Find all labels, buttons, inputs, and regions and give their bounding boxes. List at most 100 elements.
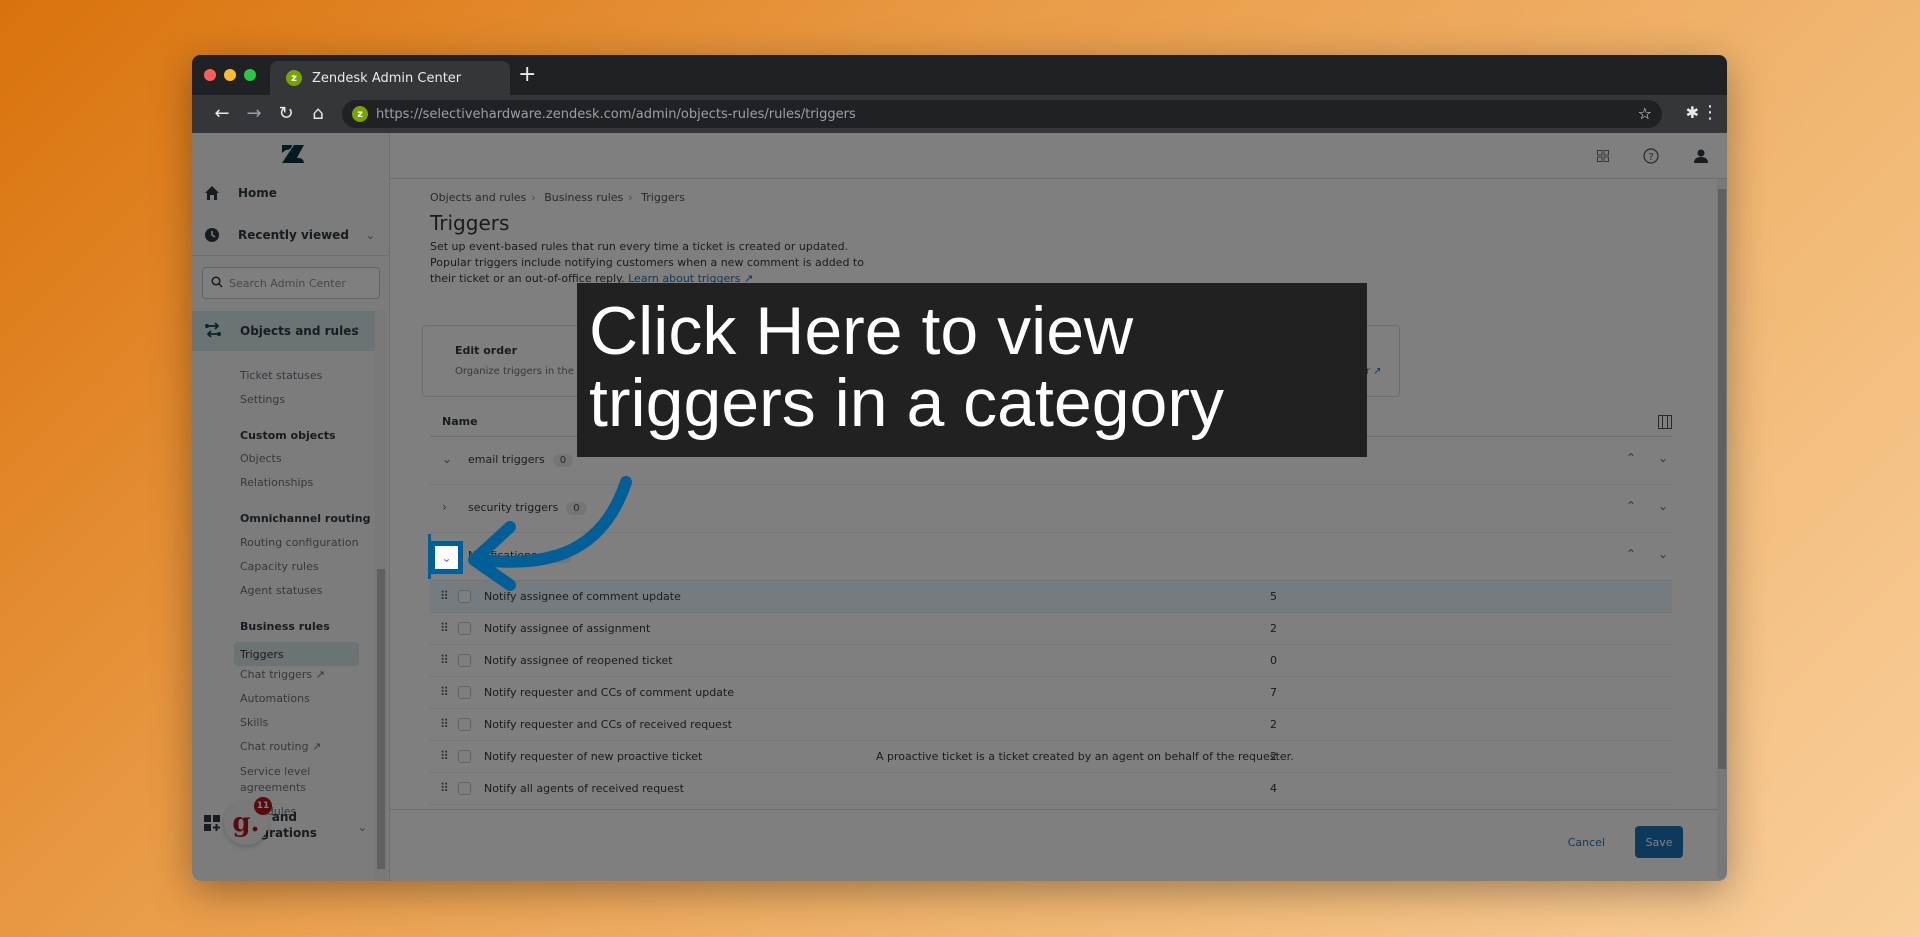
row-checkbox[interactable] <box>458 590 471 603</box>
sidebar-link-service-level-2[interactable]: agreements <box>240 781 306 794</box>
minimize-window-button[interactable] <box>224 69 236 81</box>
sidebar-link-service-level[interactable]: Service level <box>240 765 310 778</box>
move-up-icon[interactable]: ⌃ <box>1626 451 1636 465</box>
home-icon <box>204 185 220 201</box>
new-tab-button[interactable]: + <box>518 63 536 87</box>
move-up-icon[interactable]: ⌃ <box>1626 499 1636 513</box>
trigger-name[interactable]: Notify requester of new proactive ticket <box>484 750 702 763</box>
sidebar-link-automations[interactable]: Automations <box>240 692 310 705</box>
back-icon[interactable]: ← <box>210 102 234 126</box>
drag-handle-icon[interactable]: ⠿ <box>440 621 449 635</box>
cancel-button[interactable]: Cancel <box>1568 836 1605 849</box>
sidebar-link-chat-triggers[interactable]: Chat triggers ↗ <box>240 668 325 681</box>
sidebar-scroll-thumb[interactable] <box>377 569 385 869</box>
breadcrumb-objects-and-rules[interactable]: Objects and rules <box>430 191 526 204</box>
extensions-icon[interactable]: ✱ <box>1686 103 1699 122</box>
main-scrollbar[interactable] <box>1717 179 1727 879</box>
sidebar-search-input[interactable]: Search Admin Center <box>202 267 380 299</box>
close-window-button[interactable] <box>204 69 216 81</box>
move-down-icon[interactable]: ⌄ <box>1658 547 1668 561</box>
row-checkbox[interactable] <box>458 654 471 667</box>
products-grid-icon[interactable] <box>1593 146 1613 166</box>
table-row[interactable]: ⠿ Notify assignee of reopened ticket 0 <box>430 645 1672 677</box>
sidebar-link-agent-statuses[interactable]: Agent statuses <box>240 584 322 597</box>
sidebar-link-skills[interactable]: Skills <box>240 716 268 729</box>
sidebar-item-home[interactable]: Home <box>204 185 277 201</box>
bookmark-star-icon[interactable]: ☆ <box>1638 104 1652 123</box>
page-title: Triggers <box>430 211 510 235</box>
guide-widget-button[interactable]: g. 11 <box>224 797 272 845</box>
browser-tab[interactable]: z Zendesk Admin Center <box>270 61 510 95</box>
sidebar-link-relationships[interactable]: Relationships <box>240 476 313 489</box>
category-name: Notifications 10 <box>468 549 572 563</box>
drag-handle-icon[interactable]: ⠿ <box>440 749 449 763</box>
trigger-name[interactable]: Notify assignee of comment update <box>484 590 681 603</box>
sidebar-link-capacity-rules[interactable]: Capacity rules <box>240 560 319 573</box>
table-row[interactable]: ⠿ Notify all agents of received request … <box>430 773 1672 805</box>
drag-handle-icon[interactable]: ⠿ <box>440 653 449 667</box>
move-up-icon[interactable]: ⌃ <box>1626 547 1636 561</box>
help-icon[interactable]: ? <box>1641 146 1661 166</box>
sidebar-item-objects-and-rules[interactable]: Objects and rules ⌃ <box>192 311 375 351</box>
guide-widget-logo: g. <box>232 808 260 838</box>
sidebar-link-objects[interactable]: Objects <box>240 452 282 465</box>
sidebar-scrollbar[interactable] <box>375 311 387 881</box>
drag-handle-icon[interactable]: ⠿ <box>440 781 449 795</box>
sidebar-link-routing-configuration[interactable]: Routing configuration <box>240 536 359 549</box>
move-down-icon[interactable]: ⌄ <box>1658 451 1668 465</box>
chevron-down-icon[interactable]: ⌄ <box>358 821 367 834</box>
reload-icon[interactable]: ↻ <box>274 102 298 126</box>
address-bar[interactable]: z https://selectivehardware.zendesk.com/… <box>342 100 1662 128</box>
column-header-name[interactable]: Name <box>442 415 478 428</box>
category-label: email triggers <box>468 453 545 466</box>
sidebar-link-triggers[interactable]: Triggers <box>234 642 359 666</box>
category-count: 10 <box>544 550 572 563</box>
sidebar-item-recently-viewed[interactable]: Recently viewed <box>204 227 378 243</box>
url-text[interactable]: https://selectivehardware.zendesk.com/ad… <box>376 107 856 122</box>
row-checkbox[interactable] <box>458 782 471 795</box>
chevron-up-icon[interactable]: ⌃ <box>352 325 361 338</box>
drag-handle-icon[interactable]: ⠿ <box>440 717 449 731</box>
main-scroll-thumb[interactable] <box>1718 189 1726 769</box>
user-icon[interactable] <box>1691 146 1711 166</box>
table-row[interactable]: ⠿ Notify assignee of assignment 2 <box>430 613 1672 645</box>
row-checkbox[interactable] <box>458 622 471 635</box>
row-checkbox[interactable] <box>458 750 471 763</box>
sidebar-link-chat-routing[interactable]: Chat routing ↗ <box>240 740 321 753</box>
table-row[interactable]: ⠿ Notify requester and CCs of received r… <box>430 709 1672 741</box>
row-checkbox[interactable] <box>458 718 471 731</box>
trigger-name[interactable]: Notify requester and CCs of received req… <box>484 718 732 731</box>
chevron-down-icon[interactable]: ⌄ <box>442 452 452 466</box>
trigger-name[interactable]: Notify assignee of reopened ticket <box>484 654 673 667</box>
highlighted-expand-chevron[interactable]: ⌄ <box>430 541 463 574</box>
sidebar-link-ticket-statuses[interactable]: Ticket statuses <box>240 369 322 382</box>
category-row[interactable]: ⌄ Notifications 10 ⌃ ⌄ <box>430 533 1672 581</box>
notification-badge: 11 <box>254 797 272 815</box>
category-label: Notifications <box>468 549 537 562</box>
move-down-icon[interactable]: ⌄ <box>1658 499 1668 513</box>
maximize-window-button[interactable] <box>244 69 256 81</box>
zendesk-logo-icon[interactable] <box>282 145 304 163</box>
sidebar-link-settings[interactable]: Settings <box>240 393 285 406</box>
home-icon[interactable]: ⌂ <box>306 102 330 126</box>
category-row[interactable]: › security triggers 0 ⌃ ⌄ <box>430 485 1672 533</box>
chevron-down-icon[interactable]: ⌄ <box>366 229 375 242</box>
row-checkbox[interactable] <box>458 686 471 699</box>
table-row[interactable]: ⠿ Notify requester of new proactive tick… <box>430 741 1672 773</box>
browser-menu-icon[interactable]: ⋮ <box>1701 102 1719 123</box>
tutorial-callout: Click Here to view triggers in a categor… <box>577 283 1367 457</box>
table-row[interactable]: ⠿ Notify assignee of comment update 5 <box>430 581 1672 613</box>
browser-toolbar: ← → ↻ ⌂ z https://selectivehardware.zend… <box>192 95 1727 133</box>
forward-icon[interactable]: → <box>242 102 266 126</box>
trigger-name[interactable]: Notify all agents of received request <box>484 782 684 795</box>
save-button[interactable]: Save <box>1635 826 1683 858</box>
columns-picker-icon[interactable] <box>1658 415 1672 429</box>
table-row[interactable]: ⠿ Notify requester and CCs of comment up… <box>430 677 1672 709</box>
trigger-name[interactable]: Notify assignee of assignment <box>484 622 650 635</box>
drag-handle-icon[interactable]: ⠿ <box>440 685 449 699</box>
sidebar-heading-custom-objects: Custom objects <box>240 429 336 442</box>
chevron-right-icon[interactable]: › <box>442 500 447 514</box>
trigger-name[interactable]: Notify requester and CCs of comment upda… <box>484 686 734 699</box>
breadcrumb-business-rules[interactable]: Business rules <box>544 191 623 204</box>
drag-handle-icon[interactable]: ⠿ <box>440 589 449 603</box>
